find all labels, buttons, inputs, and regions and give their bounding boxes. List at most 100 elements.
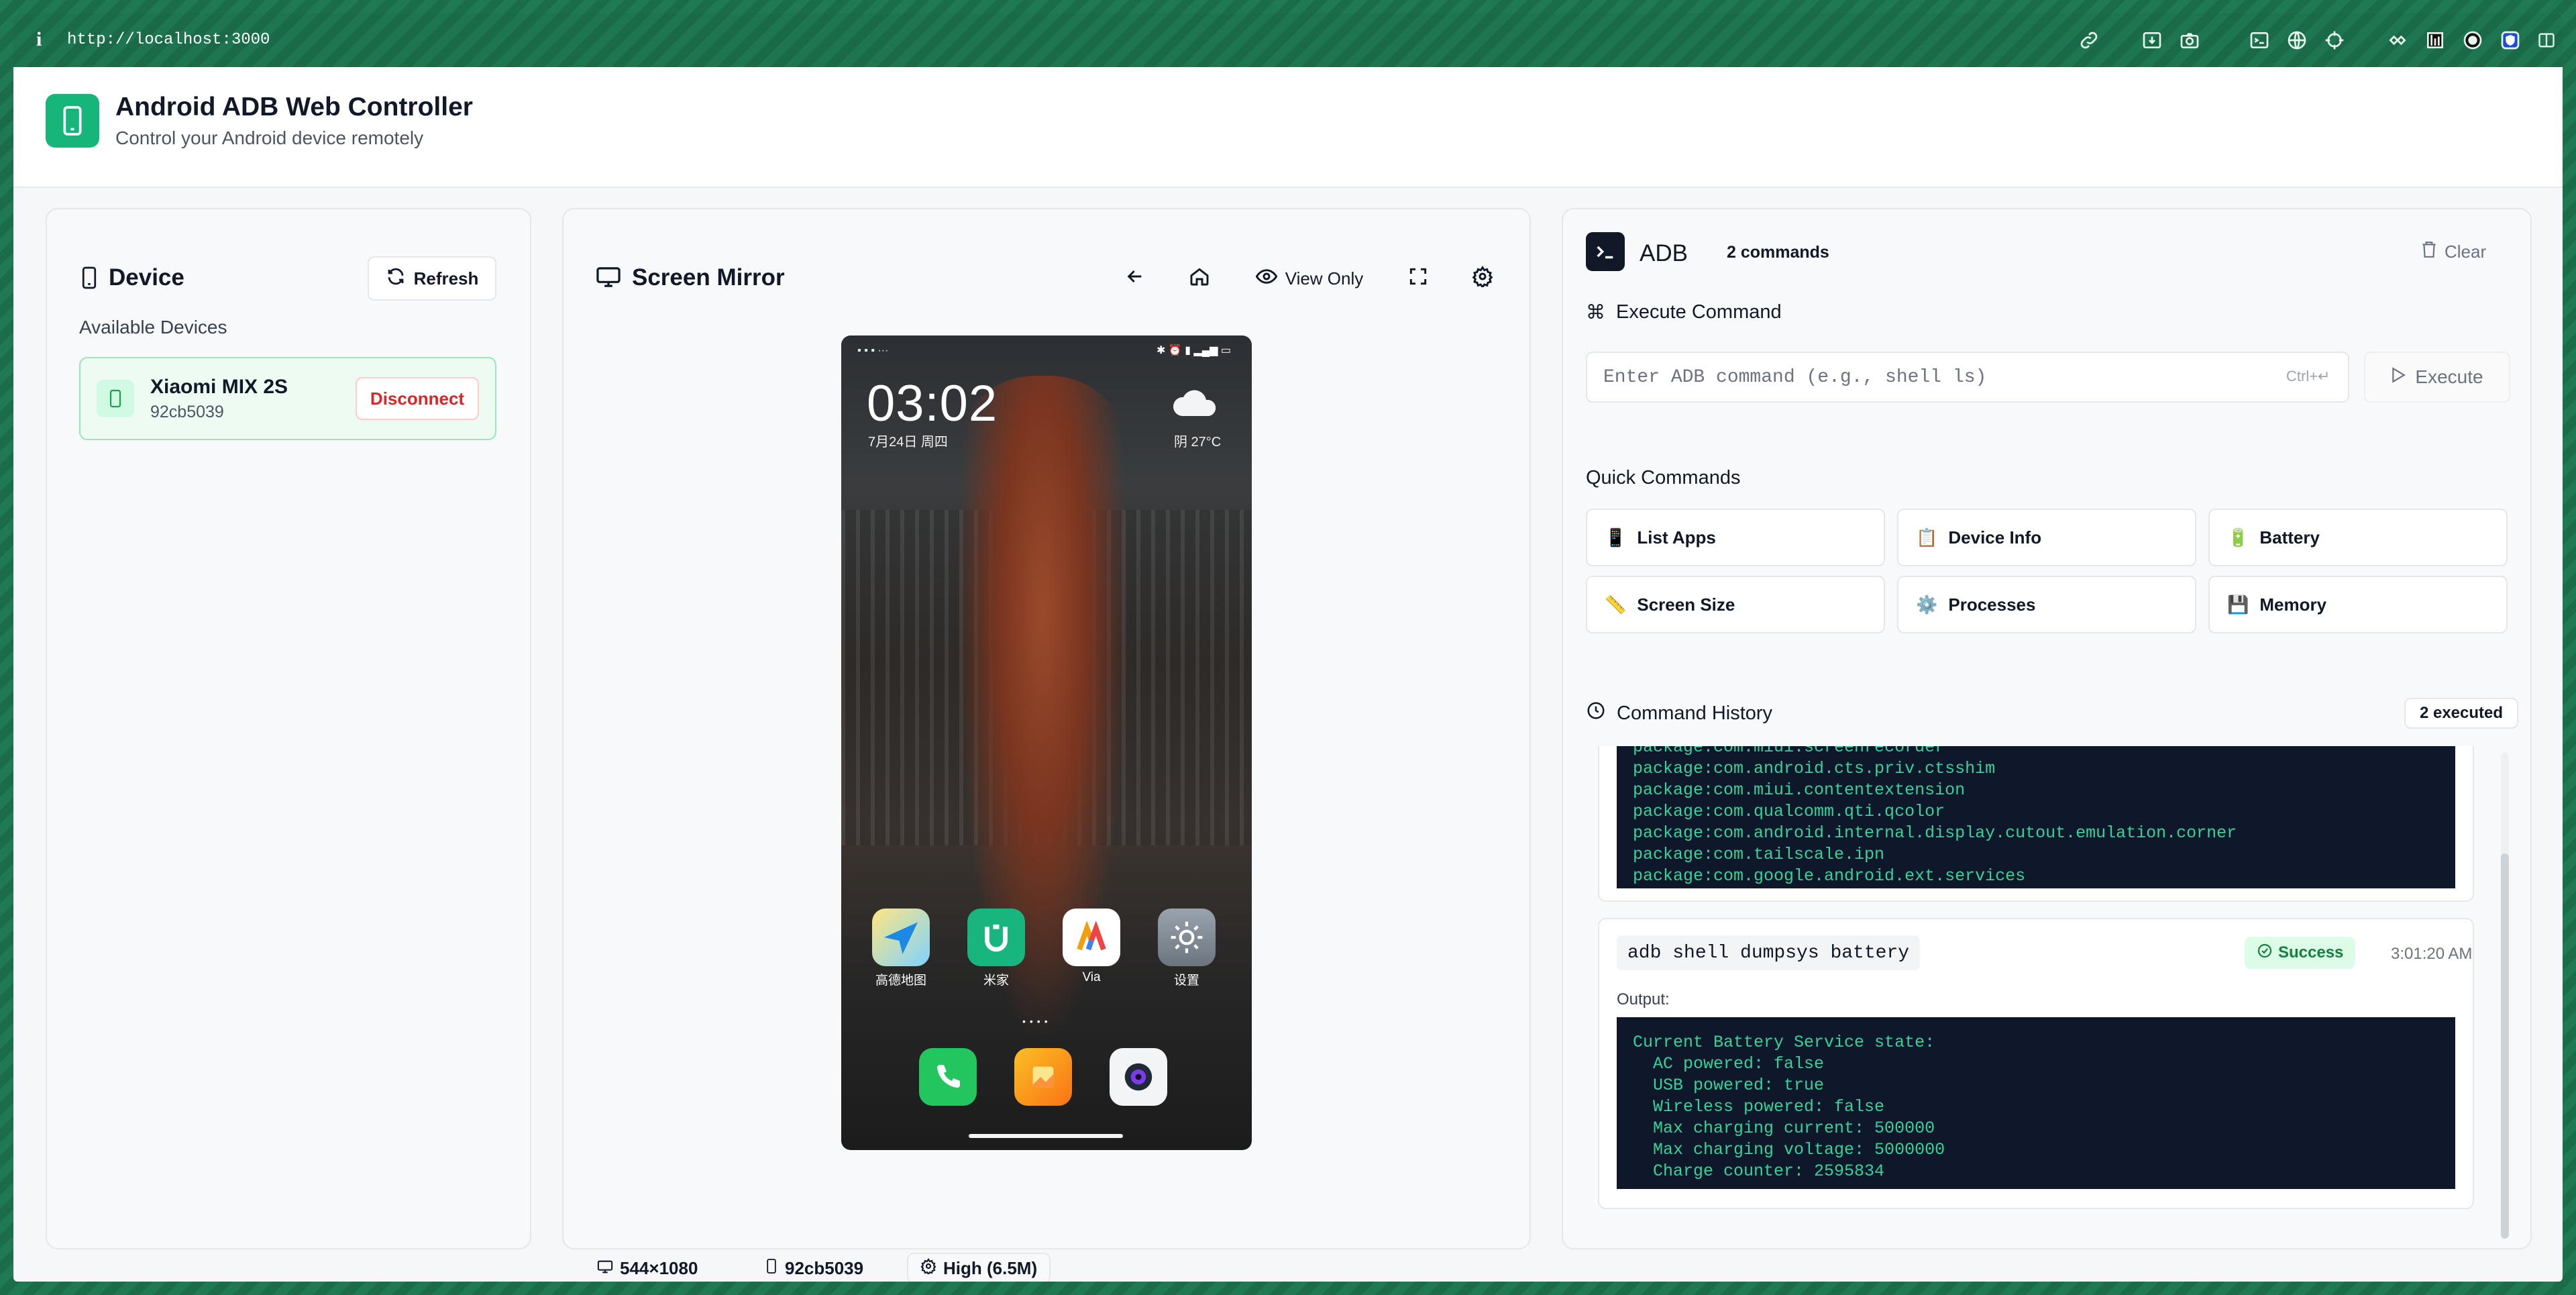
clock-icon (1586, 701, 1606, 726)
execute-label: Execute (2415, 366, 2483, 387)
device-serial: 92cb5039 (150, 403, 224, 421)
quick-list-apps-button[interactable]: 📱 List Apps (1586, 509, 1885, 566)
lockscreen-date: 7月24日 周四 (868, 435, 948, 450)
device-phone-icon (97, 380, 134, 417)
shortcut-hint: Ctrl+↵ (2286, 368, 2330, 384)
quality-selector[interactable]: High (6.5M) (907, 1253, 1051, 1282)
view-only-label: View Only (1285, 268, 1364, 289)
history-entry: adb shell dumpsys battery Success 3:01:2… (1598, 918, 2474, 1209)
record-icon[interactable] (2462, 30, 2483, 51)
success-badge: Success (2245, 937, 2356, 969)
device-card[interactable]: Xiaomi MIX 2S 92cb5039 Disconnect (79, 357, 496, 440)
command-timestamp: 3:01:20 AM (2391, 945, 2473, 963)
adb-command-input[interactable] (1586, 352, 2349, 403)
app-label: 米家 (983, 974, 1009, 988)
home-icon[interactable] (1189, 266, 1210, 291)
phone-small-icon (765, 1258, 778, 1279)
refresh-button[interactable]: Refresh (368, 256, 496, 301)
map-app-icon[interactable] (872, 909, 930, 966)
address-bar[interactable]: http://localhost:3000 (67, 31, 270, 49)
app-title: Android ADB Web Controller (115, 93, 473, 121)
command-key-icon: ⌘ (1586, 302, 1605, 323)
executed-command: adb shell dumpsys battery (1617, 935, 1921, 970)
gesture-home-bar[interactable] (969, 1134, 1123, 1138)
history-scrollbar-thumb[interactable] (2501, 853, 2509, 1239)
play-icon (2391, 366, 2406, 388)
refresh-icon (386, 266, 406, 291)
link-icon[interactable] (2078, 30, 2100, 51)
app-label: 设置 (1173, 974, 1199, 988)
command-history-title: Command History (1617, 702, 1773, 724)
gear-emoji-icon: ⚙️ (1916, 594, 1938, 615)
command-output: package:com.miui.screenrecorder package:… (1617, 746, 2455, 888)
phone-screen[interactable]: ▪ ▪ ▪ ··· ✱ ⏰ ▮ ▂▄▆ ▭ 03:02 7月24日 周四 阴 2… (841, 335, 1252, 1150)
fullscreen-icon[interactable] (1407, 266, 1429, 291)
globe-icon[interactable] (2286, 30, 2308, 51)
page-indicator: •••• (1022, 1016, 1052, 1027)
quick-memory-button[interactable]: 💾 Memory (2208, 576, 2508, 633)
quick-label: Memory (2259, 594, 2327, 615)
quality-value: High (6.5M) (943, 1257, 1038, 1278)
lockscreen-clock: 03:02 (867, 375, 998, 432)
status-bar-right-icons: ✱ ⏰ ▮ ▂▄▆ ▭ (1157, 345, 1231, 356)
battery-icon: 🔋 (2227, 527, 2249, 548)
weather-text: 阴 27°C (1174, 435, 1222, 450)
shield-icon[interactable] (2500, 30, 2521, 51)
mobile-phone-icon: 📱 (1605, 527, 1627, 548)
camera-icon[interactable] (2179, 30, 2200, 51)
app-header: Android ADB Web Controller Control your … (13, 67, 2563, 188)
quick-label: Device Info (1948, 527, 2042, 548)
browser-toolbar: i http://localhost:3000 (13, 13, 2563, 67)
serial-stat: 92cb5039 (765, 1253, 863, 1282)
history-count-badge: 2 executed (2404, 698, 2518, 729)
sidebar-icon[interactable] (2537, 30, 2556, 51)
mirror-panel-title: Screen Mirror (632, 264, 785, 291)
adb-panel-title: ADB (1640, 240, 1688, 266)
command-history-heading: Command History (1586, 701, 1772, 726)
gallery-app-icon[interactable] (1014, 1048, 1072, 1106)
clear-button[interactable]: Clear (2420, 240, 2486, 264)
check-circle-icon (2257, 943, 2273, 964)
site-info-icon[interactable]: i (36, 28, 42, 51)
available-devices-label: Available Devices (79, 317, 227, 338)
clear-label: Clear (2445, 242, 2487, 262)
crosshair-icon[interactable] (2324, 30, 2345, 51)
quick-label: Screen Size (1637, 594, 1735, 615)
history-list[interactable]: package:com.miui.screenrecorder package:… (1585, 746, 2510, 1239)
quick-label: List Apps (1637, 527, 1716, 548)
bookmark-icon[interactable] (2424, 30, 2446, 51)
quick-label: Battery (2259, 527, 2320, 548)
mijia-app-icon[interactable] (967, 909, 1025, 966)
cloud-weather-icon (1173, 390, 1216, 416)
install-icon[interactable] (2141, 30, 2163, 51)
smartphone-icon (79, 266, 99, 293)
disconnect-button[interactable]: Disconnect (356, 377, 479, 420)
back-arrow-icon[interactable] (1124, 266, 1146, 291)
device-name: Xiaomi MIX 2S (150, 376, 288, 398)
settings-gear-icon[interactable] (1472, 266, 1493, 291)
monitor-small-icon (597, 1258, 613, 1279)
adb-panel: ADB 2 commands Clear ⌘ Execute Command C… (1562, 208, 2532, 1249)
settings-app-icon[interactable] (1158, 909, 1216, 966)
phone-app-icon[interactable] (919, 1048, 977, 1106)
output-label: Output: (1617, 990, 1670, 1008)
terminal-icon[interactable] (2249, 30, 2270, 51)
monitor-icon (596, 266, 621, 292)
eye-icon (1255, 267, 1278, 291)
ruler-icon: 📏 (1605, 594, 1627, 615)
via-browser-icon[interactable] (1063, 909, 1120, 966)
quick-device-info-button[interactable]: 📋 Device Info (1897, 509, 2196, 566)
extension-icon[interactable] (2387, 30, 2408, 51)
camera-app-icon[interactable] (1110, 1048, 1167, 1106)
resolution-value: 544×1080 (620, 1257, 698, 1278)
resolution-stat: 544×1080 (597, 1253, 698, 1282)
terminal-prompt-icon (1586, 232, 1625, 271)
quick-commands-title: Quick Commands (1586, 467, 1741, 488)
app-label: Via (1082, 970, 1101, 984)
view-only-toggle[interactable]: View Only (1242, 256, 1377, 301)
quick-battery-button[interactable]: 🔋 Battery (2208, 509, 2508, 566)
quick-screen-size-button[interactable]: 📏 Screen Size (1586, 576, 1885, 633)
execute-button[interactable]: Execute (2364, 352, 2510, 403)
serial-value: 92cb5039 (785, 1257, 864, 1278)
quick-processes-button[interactable]: ⚙️ Processes (1897, 576, 2196, 633)
